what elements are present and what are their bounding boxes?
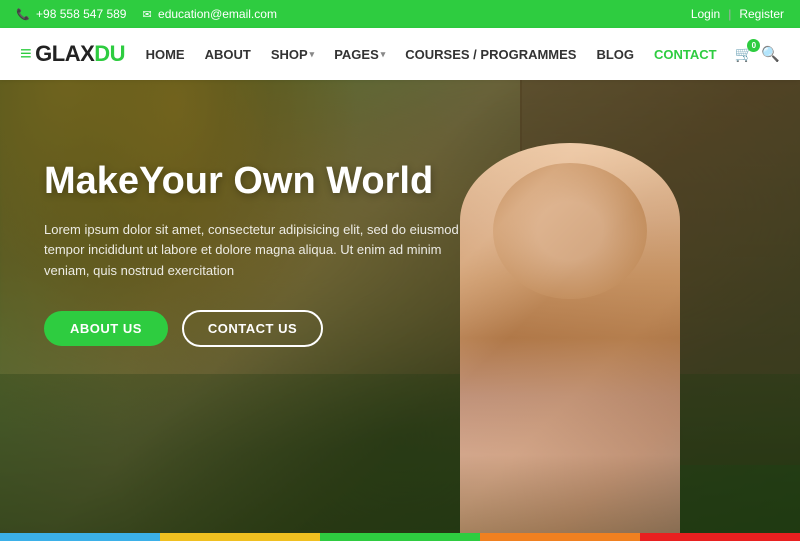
email-address: education@email.com xyxy=(158,7,277,21)
contact-us-button[interactable]: CONTACT US xyxy=(182,310,323,347)
logo-icon: ≡ xyxy=(20,43,31,66)
nav-about[interactable]: ABOUT xyxy=(197,43,259,66)
strip-orange xyxy=(480,533,640,541)
nav-home[interactable]: HOME xyxy=(138,43,193,66)
mail-icon xyxy=(142,7,154,21)
top-bar-auth: Login | Register xyxy=(691,7,784,21)
phone-icon xyxy=(16,7,33,21)
nav-courses[interactable]: COURSES / PROGRAMMES xyxy=(397,43,584,66)
strip-yellow xyxy=(160,533,320,541)
top-bar-contact-info: +98 558 547 589 education@email.com xyxy=(16,7,277,21)
about-us-button[interactable]: ABOUT US xyxy=(44,311,168,346)
phone-number: +98 558 547 589 xyxy=(36,7,126,21)
nav-blog[interactable]: BLOG xyxy=(588,43,642,66)
nav-pages[interactable]: PAGES▾ xyxy=(326,43,393,66)
bottom-strips xyxy=(0,533,800,541)
cart-button[interactable]: 🛒 0 xyxy=(735,45,754,63)
nav-shop[interactable]: SHOP▾ xyxy=(263,43,322,66)
cart-badge: 0 xyxy=(747,39,760,52)
top-bar: +98 558 547 589 education@email.com Logi… xyxy=(0,0,800,28)
logo-text-highlight: DU xyxy=(94,41,125,67)
hero-section: MakeYour Own World Lorem ipsum dolor sit… xyxy=(0,80,800,533)
strip-blue xyxy=(0,533,160,541)
hero-buttons: ABOUT US CONTACT US xyxy=(44,310,474,347)
nav-contact[interactable]: CONTACT xyxy=(646,43,725,66)
phone-info: +98 558 547 589 xyxy=(16,7,126,21)
strip-green xyxy=(320,533,480,541)
student-image xyxy=(460,143,680,533)
nav-links: HOME ABOUT SHOP▾ PAGES▾ COURSES / PROGRA… xyxy=(138,43,780,66)
register-link[interactable]: Register xyxy=(739,7,784,21)
logo[interactable]: ≡ GLAXDU xyxy=(20,41,125,67)
navbar: ≡ GLAXDU HOME ABOUT SHOP▾ PAGES▾ COURSES… xyxy=(0,28,800,80)
hero-subtitle: Lorem ipsum dolor sit amet, consectetur … xyxy=(44,220,474,282)
chevron-down-icon: ▾ xyxy=(310,49,315,60)
login-link[interactable]: Login xyxy=(691,7,720,21)
nav-icons: 🛒 0 🔍 xyxy=(735,45,780,63)
divider: | xyxy=(728,7,731,21)
email-info: education@email.com xyxy=(142,7,276,21)
hero-content: MakeYour Own World Lorem ipsum dolor sit… xyxy=(44,160,474,347)
logo-text-main: GLAX xyxy=(35,41,94,67)
chevron-down-icon: ▾ xyxy=(381,49,386,60)
hero-title: MakeYour Own World xyxy=(44,160,474,204)
search-button[interactable]: 🔍 xyxy=(761,45,780,63)
strip-red xyxy=(640,533,800,541)
